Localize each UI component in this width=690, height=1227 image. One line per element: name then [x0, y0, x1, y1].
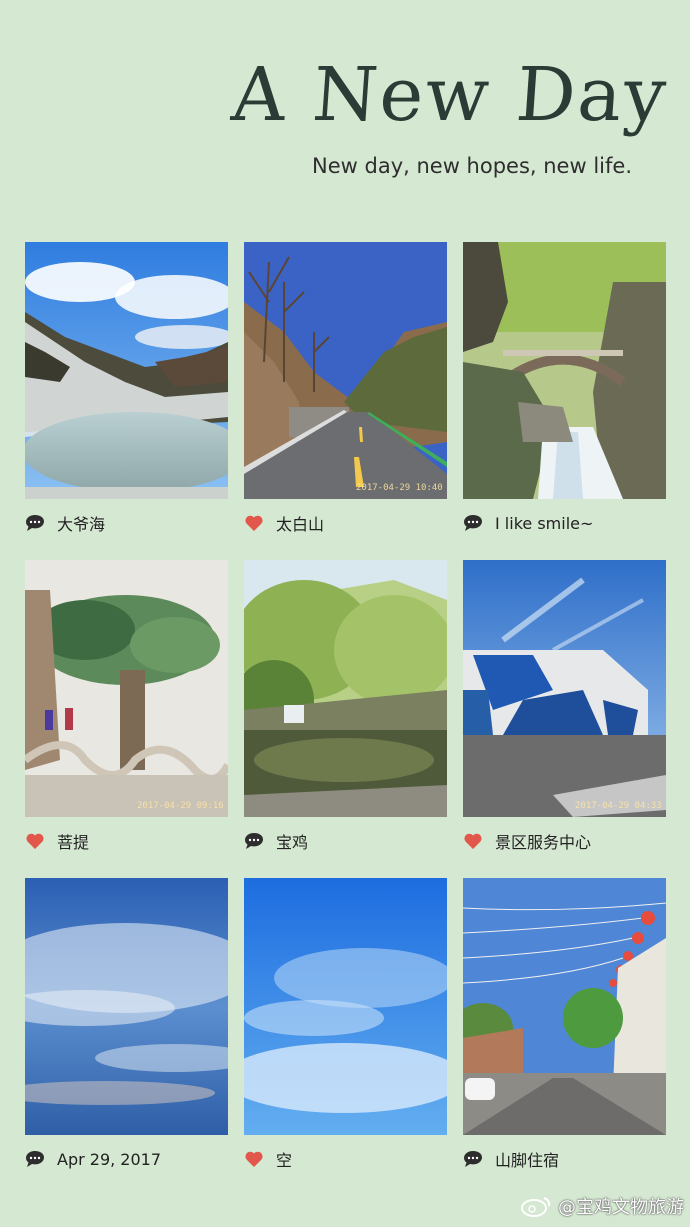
heart-icon[interactable] [244, 514, 264, 532]
page-title: A New Day [229, 52, 672, 138]
photo-street[interactable] [463, 878, 666, 1135]
caption-row: 山脚住宿 [463, 1148, 559, 1170]
photo-road[interactable]: 2017-04-29 10:40 [244, 242, 447, 499]
caption-text: I like smile~ [495, 513, 594, 533]
photo-waterfall[interactable] [463, 242, 666, 499]
photo-timestamp: 2017-04-29 10:40 [356, 483, 443, 493]
caption-text: 空 [276, 1151, 293, 1170]
comment-icon[interactable] [25, 1150, 45, 1168]
weibo-logo-icon [521, 1197, 551, 1217]
comment-icon[interactable] [244, 832, 264, 850]
photo-sky-clouds[interactable] [25, 878, 228, 1135]
caption-row: 景区服务中心 [463, 830, 591, 852]
caption-row: 菩提 [25, 830, 89, 852]
photo-card-1[interactable]: 大爷海 [25, 242, 228, 534]
photo-card-2[interactable]: 2017-04-29 10:40 太白山 [244, 242, 447, 534]
watermark-text: @宝鸡文物旅游 [558, 1197, 684, 1218]
photo-stream[interactable] [244, 560, 447, 817]
photo-card-3[interactable]: I like smile~ [463, 242, 666, 533]
photo-card-5[interactable]: 宝鸡 [244, 560, 447, 852]
caption-row: 太白山 [244, 512, 324, 534]
watermark: @宝鸡文物旅游 [520, 1193, 684, 1219]
caption-text: Apr 29, 2017 [57, 1149, 162, 1169]
caption-text: 菩提 [57, 833, 90, 852]
caption-row: I like smile~ [463, 512, 593, 534]
photo-timestamp: 2017-04-29 09:16 [137, 801, 224, 811]
photo-card-8[interactable]: 空 [244, 878, 447, 1170]
photo-card-7[interactable]: Apr 29, 2017 [25, 878, 228, 1169]
heart-icon[interactable] [25, 832, 45, 850]
caption-row: 大爷海 [25, 512, 105, 534]
heart-icon[interactable] [244, 1150, 264, 1168]
caption-text: 太白山 [276, 515, 325, 534]
comment-icon[interactable] [463, 1150, 483, 1168]
caption-text: 景区服务中心 [495, 833, 592, 852]
comment-icon[interactable] [463, 514, 483, 532]
comment-icon[interactable] [25, 514, 45, 532]
caption-row: 宝鸡 [244, 830, 308, 852]
caption-text: 宝鸡 [276, 833, 309, 852]
photo-blue-sky[interactable] [244, 878, 447, 1135]
photo-service-center[interactable]: 2017-04-29 04:33 [463, 560, 666, 817]
photo-card-6[interactable]: 2017-04-29 04:33 景区服务中心 [463, 560, 666, 852]
photo-lake[interactable] [25, 242, 228, 499]
page-subtitle: New day, new hopes, new life. [312, 154, 632, 178]
photo-card-9[interactable]: 山脚住宿 [463, 878, 666, 1170]
photo-card-4[interactable]: 2017-04-29 09:16 菩提 [25, 560, 228, 852]
caption-text: 山脚住宿 [495, 1151, 560, 1170]
caption-text: 大爷海 [57, 515, 106, 534]
caption-row: 空 [244, 1148, 292, 1170]
caption-row: Apr 29, 2017 [25, 1148, 161, 1170]
photo-tree[interactable]: 2017-04-29 09:16 [25, 560, 228, 817]
heart-icon[interactable] [463, 832, 483, 850]
photo-timestamp: 2017-04-29 04:33 [575, 801, 662, 811]
